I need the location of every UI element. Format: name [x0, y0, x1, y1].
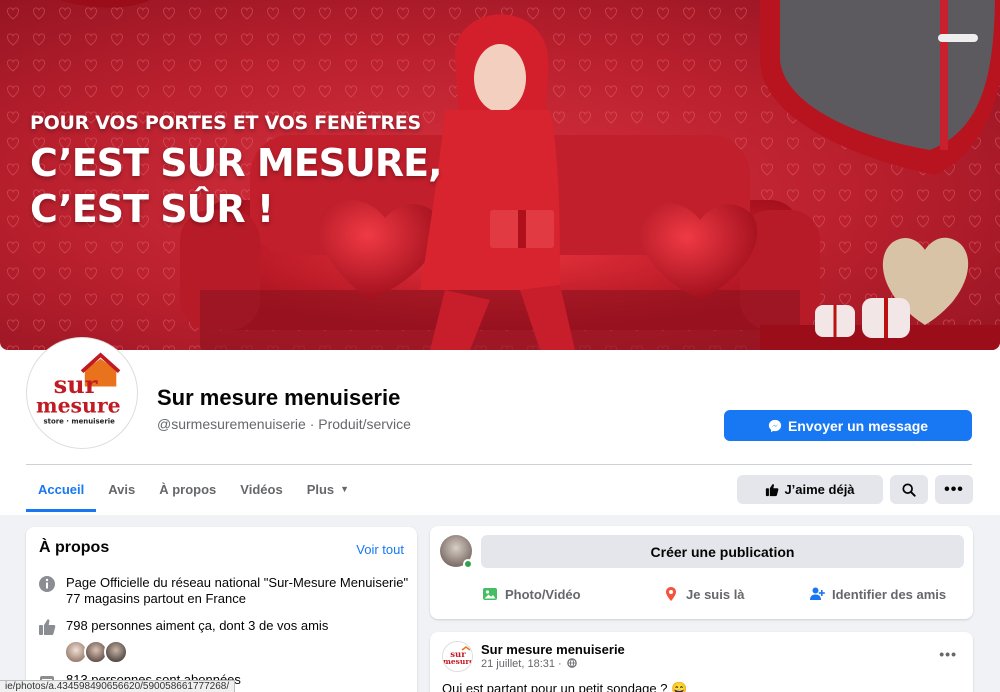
friend-avatar[interactable]: [104, 640, 128, 664]
see-all-link[interactable]: Voir tout: [356, 542, 404, 557]
tag-friends-label: Identifier des amis: [832, 586, 947, 602]
search-page-button[interactable]: [890, 475, 928, 504]
cover-headline-line-2: C’EST SUR MESURE,: [30, 141, 443, 185]
check-in-button[interactable]: Je suis là: [663, 582, 745, 606]
logo-image: sur mesure store · menuiserie: [31, 342, 133, 444]
tag-friends-button[interactable]: Identifier des amis: [809, 582, 946, 606]
location-pin-icon: [666, 587, 676, 601]
tab-videos-label: Vidéos: [240, 481, 283, 497]
send-message-label: Envoyer un message: [787, 417, 929, 434]
friends-avatars: [64, 640, 128, 664]
messenger-icon: [768, 419, 782, 432]
svg-text:store · menuiserie: store · menuiserie: [44, 418, 116, 426]
profile-logo-avatar[interactable]: sur mesure store · menuiserie: [27, 338, 137, 448]
cover-headline: POUR VOS PORTES ET VOS FENÊTRES C’EST SU…: [30, 112, 443, 232]
tab-plus-label: Plus: [306, 481, 335, 497]
create-post-input[interactable]: Créer une publication: [481, 535, 964, 568]
tag-friends-icon: [810, 587, 825, 600]
cover-photo[interactable]: POUR VOS PORTES ET VOS FENÊTRES C’EST SU…: [0, 0, 1000, 350]
post-date: 21 juillet, 18:31 ·: [481, 658, 562, 670]
tab-a-propos-label: À propos: [159, 481, 217, 497]
svg-text:mesure: mesure: [36, 393, 121, 417]
thumbs-up-icon: [39, 619, 56, 635]
thumbs-up-icon: [766, 483, 779, 496]
post-author-name[interactable]: Sur mesure menuiserie: [481, 642, 625, 657]
search-icon: [902, 482, 916, 497]
about-description-line-1: Page Officielle du réseau national "Sur-…: [66, 575, 409, 590]
post-author-avatar[interactable]: sur mesure: [442, 641, 473, 672]
like-page-label: J’aime déjà: [784, 482, 855, 497]
about-likes: 798 personnes aiment ça, dont 3 de vos a…: [38, 618, 328, 636]
about-description: Page Officielle du réseau national "Sur-…: [38, 575, 408, 607]
logo-image: sur mesure: [443, 642, 473, 671]
page-handle-category: @surmesuremenuiserie · Produit/service: [157, 416, 411, 432]
tab-accueil-label: Accueil: [38, 481, 85, 497]
post-card: sur mesure Sur mesure menuiserie 21 juil…: [430, 632, 973, 692]
create-post-placeholder: Créer une publication: [650, 543, 795, 560]
caret-down-icon: ▼: [340, 484, 350, 494]
globe-icon: [567, 658, 577, 668]
photo-video-label: Photo/Vidéo: [505, 586, 581, 602]
cover-headline-line-3: C’EST SÛR !: [30, 187, 274, 231]
tab-avis[interactable]: Avis: [96, 466, 147, 512]
more-options-button[interactable]: •••: [935, 475, 973, 504]
tab-accueil[interactable]: Accueil: [26, 466, 97, 512]
about-likes-text: 798 personnes aiment ça, dont 3 de vos a…: [66, 618, 329, 633]
page-tabs: Accueil Avis À propos Vidéos Plus ▼: [26, 466, 361, 512]
about-title: À propos: [39, 539, 110, 556]
tab-a-propos[interactable]: À propos: [147, 466, 228, 512]
like-page-button[interactable]: J’aime déjà: [737, 475, 883, 504]
tab-avis-label: Avis: [108, 481, 136, 497]
post-text: Qui est partant pour un petit sondage ? …: [442, 681, 688, 692]
header-divider: [26, 464, 972, 465]
create-post-card: Créer une publication Photo/Vidéo Je sui…: [430, 526, 973, 619]
check-in-label: Je suis là: [686, 586, 745, 602]
send-message-button[interactable]: Envoyer un message: [724, 410, 972, 441]
page-title: Sur mesure menuiserie: [157, 385, 401, 410]
tab-videos[interactable]: Vidéos: [228, 466, 294, 512]
svg-text:mesure: mesure: [443, 657, 473, 666]
online-status-dot: [463, 559, 473, 569]
post-timestamp[interactable]: 21 juillet, 18:31 ·: [481, 658, 577, 670]
more-dots-icon: •••: [944, 480, 964, 498]
status-bar-url: ie/photos/a.434598490656620/590058661777…: [0, 680, 236, 692]
post-options-icon[interactable]: •••: [939, 646, 957, 662]
about-card: À propos Voir tout Page Officielle du ré…: [26, 527, 417, 692]
photo-video-button[interactable]: Photo/Vidéo: [482, 582, 581, 606]
info-icon: [39, 576, 55, 592]
photo-icon: [483, 588, 497, 600]
cover-headline-line-1: POUR VOS PORTES ET VOS FENÊTRES: [30, 112, 421, 134]
about-description-line-2: 77 magasins partout en France: [66, 591, 246, 606]
tab-plus[interactable]: Plus ▼: [295, 466, 361, 512]
